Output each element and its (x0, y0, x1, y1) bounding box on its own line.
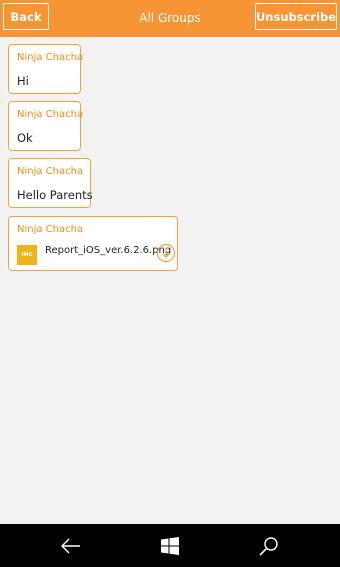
download-icon[interactable] (156, 243, 176, 263)
sender-name: Ninja Chacha (17, 224, 84, 235)
message-text: Hello Parents (17, 188, 93, 202)
page-title: All Groups (139, 11, 201, 25)
back-arrow-icon[interactable] (59, 534, 83, 558)
top-bar: Back All Groups Unsubscribe (0, 0, 340, 37)
image-file-icon: IMG (17, 245, 37, 265)
windows-start-icon[interactable] (158, 534, 182, 558)
message-bubble: Ninja Chacha Hello Parents (8, 158, 93, 208)
sender-name: Ninja Chacha (17, 52, 84, 63)
sender-name: Ninja Chacha (17, 109, 84, 120)
back-button[interactable]: Back (3, 3, 49, 30)
message-text: Ok (17, 131, 33, 145)
message-text: Hi (17, 74, 29, 88)
message-bubble: Ninja Chacha Hi (8, 44, 84, 94)
unsubscribe-button[interactable]: Unsubscribe (255, 3, 337, 30)
search-icon[interactable] (257, 534, 281, 558)
attachment-file-name[interactable]: Report_iOS_ver.6.2.6.png (45, 245, 171, 256)
sender-name: Ninja Chacha (17, 166, 84, 177)
message-bubble: Ninja Chacha Ok (8, 101, 84, 151)
attachment-message-bubble: Ninja Chacha IMG Report_iOS_ver.6.2.6.pn… (8, 216, 178, 271)
system-nav-bar (0, 524, 340, 567)
